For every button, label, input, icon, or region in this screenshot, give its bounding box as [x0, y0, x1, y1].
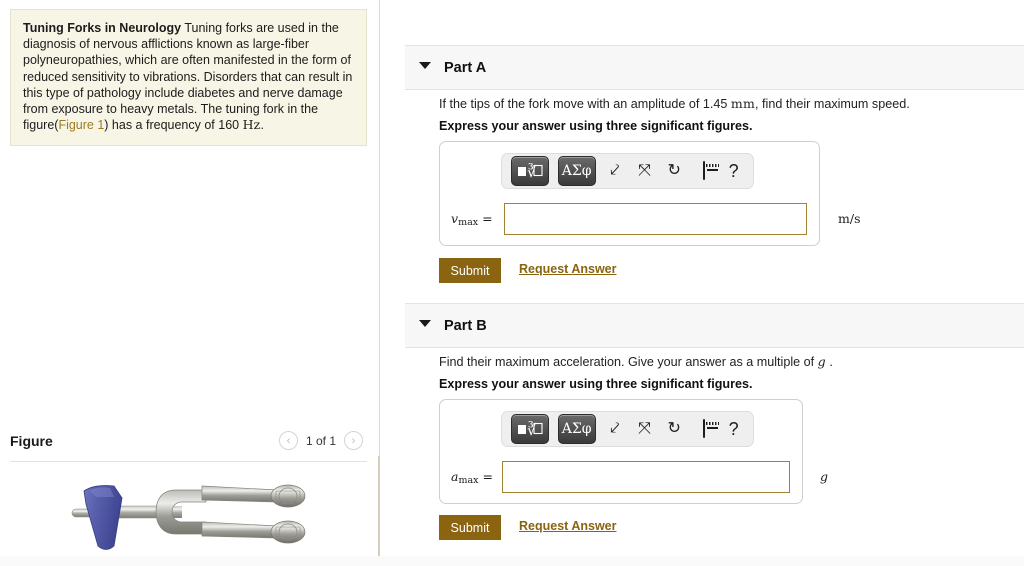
greek-symbols-button[interactable]: ΑΣφ	[557, 156, 596, 186]
part-a-variable-label: vmax =	[451, 211, 493, 228]
part-b-label: Part B	[444, 318, 487, 334]
part-a-variable-subscript: max	[458, 217, 479, 228]
problem-body-end: .	[260, 118, 264, 133]
part-b-variable-label: amax =	[451, 469, 493, 486]
figure-count-label: 1 of 1	[305, 433, 336, 448]
part-a-answer-input[interactable]	[504, 203, 807, 235]
undo-arrow-icon[interactable]: ⤦	[605, 163, 626, 179]
part-b-answer-input[interactable]	[502, 461, 790, 493]
right-panel: Part A If the tips of the fork move with…	[380, 0, 1024, 566]
part-a-math-toolbar: ∛ ΑΣφ ⤦ ⤧ ↻ ?	[501, 153, 754, 189]
problem-body-part2: ) has a frequency of 160	[104, 118, 243, 133]
keyboard-icon[interactable]	[694, 161, 715, 180]
part-b-equals: =	[482, 469, 493, 484]
help-icon[interactable]: ?	[723, 420, 744, 438]
problem-title: Tuning Forks in Neurology	[23, 21, 182, 35]
part-a-unit-label: m/s	[838, 211, 861, 226]
redo-arrow-icon[interactable]: ⤧	[634, 163, 655, 179]
figure-1-link[interactable]: Figure 1	[58, 118, 104, 132]
part-b-header[interactable]: Part B	[405, 303, 1024, 348]
part-a-equals: =	[482, 211, 493, 226]
part-a-amplitude-unit: mm	[730, 96, 756, 111]
part-b-question: Find their maximum acceleration. Give yo…	[439, 354, 833, 369]
part-a-header[interactable]: Part A	[405, 45, 1024, 90]
reset-circular-arrow-icon[interactable]: ↻	[664, 163, 685, 179]
sqrt-template-icon[interactable]: ∛	[511, 414, 549, 444]
part-a-label: Part A	[444, 60, 487, 76]
part-a-answer-box: ∛ ΑΣφ ⤦ ⤧ ↻ ? vmax =	[439, 141, 820, 246]
part-a-request-answer-link[interactable]: Request Answer	[519, 262, 616, 276]
help-icon[interactable]: ?	[723, 162, 744, 180]
part-b-math-toolbar: ∛ ΑΣφ ⤦ ⤧ ↻ ?	[501, 411, 754, 447]
figure-divider	[10, 461, 367, 462]
figure-header: Figure ‹ 1 of 1 ›	[0, 425, 379, 463]
part-b-request-answer-link[interactable]: Request Answer	[519, 519, 616, 533]
part-b-variable-subscript: max	[458, 475, 479, 486]
part-b-unit-label: g	[820, 469, 829, 484]
caret-down-icon[interactable]	[419, 320, 431, 327]
part-b-g-symbol: g	[817, 354, 826, 369]
tuning-fork-illustration	[71, 484, 306, 550]
sqrt-template-icon[interactable]: ∛	[511, 156, 549, 186]
part-a-question: If the tips of the fork move with an amp…	[439, 96, 910, 111]
undo-arrow-icon[interactable]: ⤦	[605, 421, 626, 437]
part-b-question-tail: .	[829, 355, 833, 369]
caret-down-icon[interactable]	[419, 62, 431, 69]
part-a-amplitude-value: 1.45	[702, 97, 728, 111]
keyboard-icon[interactable]	[694, 419, 715, 438]
problem-statement: Tuning Forks in Neurology Tuning forks a…	[10, 9, 367, 147]
reset-circular-arrow-icon[interactable]: ↻	[664, 421, 685, 437]
part-a-question-tail: , find their maximum speed.	[755, 97, 910, 111]
chevron-left-icon[interactable]: ‹	[278, 431, 298, 450]
chevron-right-icon[interactable]: ›	[344, 431, 363, 450]
figure-image[interactable]	[10, 464, 367, 560]
part-a-submit-button[interactable]: Submit	[439, 258, 501, 283]
part-a-variable: v	[451, 211, 459, 226]
part-b-submit-button[interactable]: Submit	[439, 515, 501, 540]
redo-arrow-icon[interactable]: ⤧	[634, 421, 655, 437]
frequency-unit: Hz	[242, 117, 261, 133]
left-panel: Tuning Forks in Neurology Tuning forks a…	[0, 0, 379, 566]
part-b-answer-box: ∛ ΑΣφ ⤦ ⤧ ↻ ? amax =	[439, 399, 803, 504]
problem-body-part1: Tuning forks are used in the diagnosis o…	[23, 21, 353, 133]
part-b-instruction: Express your answer using three signific…	[439, 377, 753, 391]
part-a-question-lead: If the tips of the fork move with an amp…	[439, 97, 703, 111]
part-a-instruction: Express your answer using three signific…	[439, 119, 753, 133]
figure-navigation: ‹ 1 of 1 ›	[278, 431, 363, 450]
greek-symbols-button[interactable]: ΑΣφ	[557, 414, 596, 444]
part-b-question-lead: Find their maximum acceleration. Give yo…	[439, 355, 818, 369]
problem-page: Tuning Forks in Neurology Tuning forks a…	[0, 0, 1024, 566]
page-bottom-strip	[0, 556, 1024, 566]
figure-title: Figure	[10, 433, 53, 449]
